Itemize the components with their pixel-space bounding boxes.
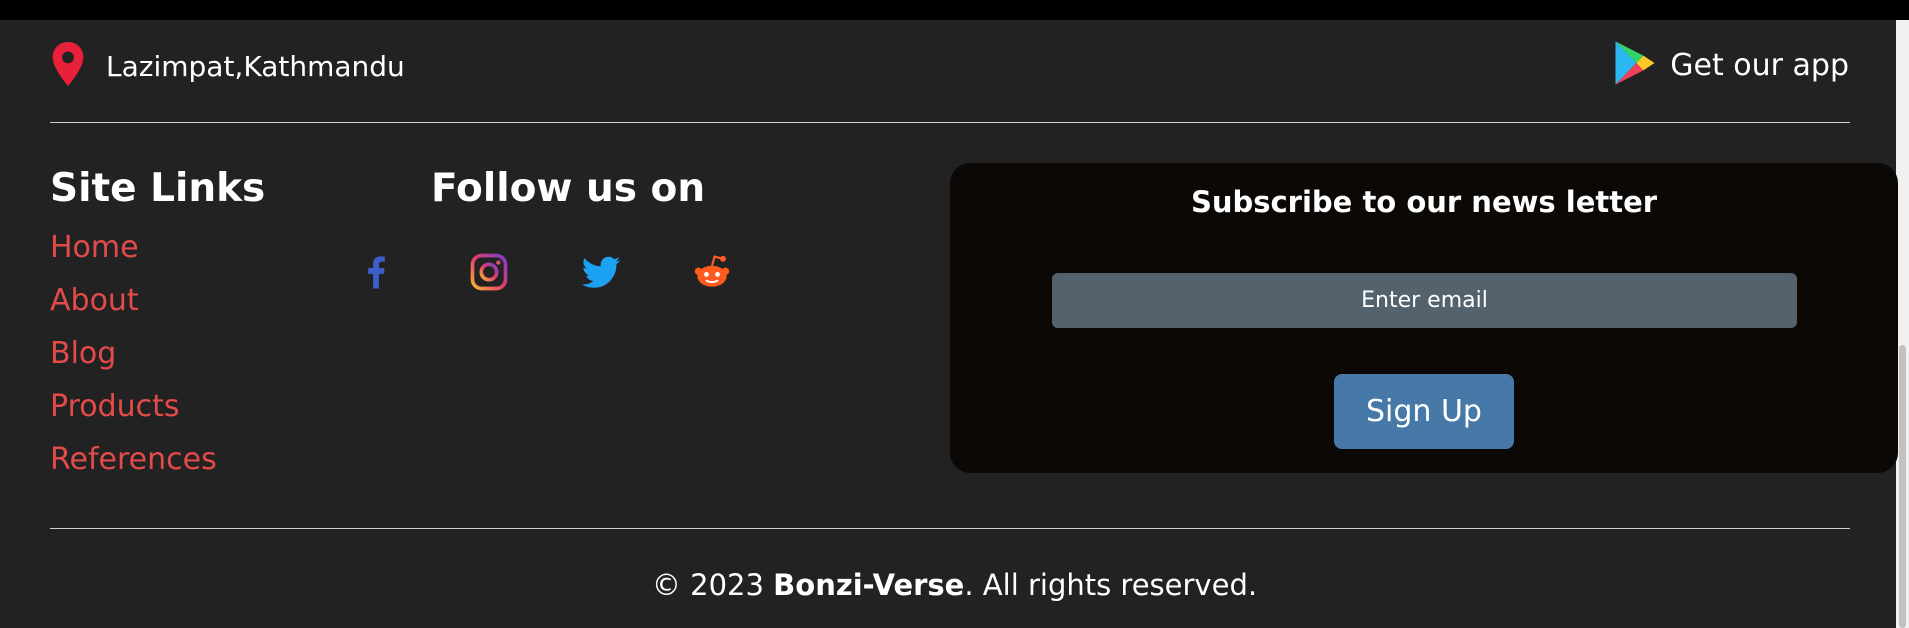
twitter-icon[interactable] xyxy=(579,250,623,294)
get-app-text: Get our app xyxy=(1670,47,1849,83)
copyright-suffix: . All rights reserved. xyxy=(964,568,1258,602)
bottom-divider xyxy=(50,528,1850,529)
location-text: Lazimpat,Kathmandu xyxy=(106,49,405,83)
copyright: © 2023 Bonzi-Verse. All rights reserved. xyxy=(0,568,1909,602)
google-play-icon xyxy=(1614,40,1656,90)
site-link-about[interactable]: About xyxy=(50,281,217,334)
get-app-link[interactable]: Get our app xyxy=(1614,40,1849,90)
instagram-icon[interactable] xyxy=(467,250,511,294)
copyright-prefix: © 2023 xyxy=(651,568,774,602)
site-link-home[interactable]: Home xyxy=(50,228,217,281)
site-link-blog[interactable]: Blog xyxy=(50,334,217,387)
follow-heading: Follow us on xyxy=(431,166,706,211)
newsletter-title: Subscribe to our news letter xyxy=(1190,185,1658,219)
sign-up-button[interactable]: Sign Up xyxy=(1334,374,1514,449)
top-divider xyxy=(50,122,1850,123)
brand-name: Bonzi-Verse xyxy=(773,568,965,602)
reddit-icon[interactable] xyxy=(690,250,734,294)
map-pin-icon xyxy=(50,42,86,90)
top-bar xyxy=(0,0,1909,20)
site-link-references[interactable]: References xyxy=(50,440,217,493)
site-links-heading: Site Links xyxy=(50,166,266,211)
location: Lazimpat,Kathmandu xyxy=(50,42,405,90)
facebook-icon[interactable] xyxy=(354,250,398,294)
newsletter-panel: Subscribe to our news letter Sign Up xyxy=(950,163,1898,473)
site-link-products[interactable]: Products xyxy=(50,387,217,440)
email-input[interactable] xyxy=(1052,273,1797,328)
site-links-list: Home About Blog Products References xyxy=(50,228,217,493)
